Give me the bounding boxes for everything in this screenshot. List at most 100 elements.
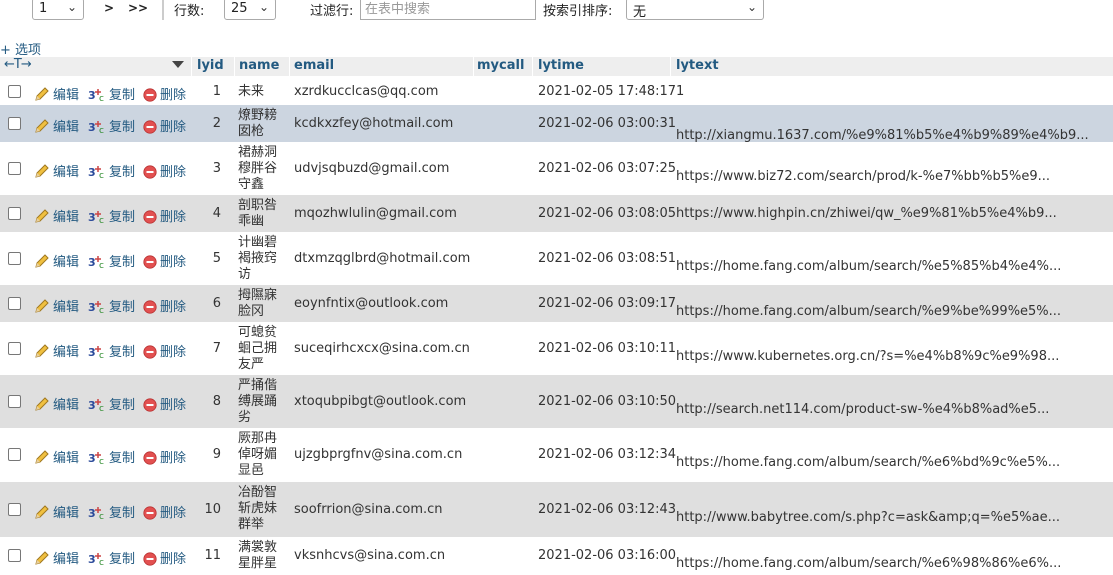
- edit-button[interactable]: 编辑: [34, 206, 79, 225]
- copy-button[interactable]: 3 c 复制: [88, 341, 135, 361]
- copy-button[interactable]: 3 c 复制: [88, 84, 136, 104]
- sort-select[interactable]: 无 ⌄: [626, 0, 764, 20]
- edit-button[interactable]: 编辑: [34, 502, 79, 521]
- cell-name: 剖职咎乖幽: [238, 198, 278, 229]
- sort-dropdown-triangle-icon[interactable]: [172, 61, 184, 68]
- copy-button-label: 复制: [109, 88, 136, 103]
- column-resize-arrows-icon[interactable]: ←T→: [4, 57, 32, 72]
- table-row[interactable]: 编辑 3 c 复制 删除 9 厥那冉倬呀媚显邑 ujzgbprgfnv@sina.com.cn…: [0, 428, 1113, 482]
- page-select[interactable]: 1 ⌄: [32, 0, 84, 20]
- table-row[interactable]: 编辑 3 c 复制 删除 2 燎野耪囡枪 kcdkxzfey@hotmail.com 2021-…: [0, 105, 1113, 143]
- table-row[interactable]: 编辑 3 c 复制 删除 11 满裳敦星胖星 vksnhcvs@sina.com.cn 2021…: [0, 537, 1113, 575]
- row-checkbox[interactable]: [8, 252, 21, 265]
- row-checkbox[interactable]: [8, 503, 21, 516]
- cell-lyid: 7: [212, 341, 221, 356]
- delete-button[interactable]: 删除: [143, 548, 186, 567]
- column-header-lytime[interactable]: lytime: [538, 58, 584, 73]
- pencil-icon: [34, 299, 53, 315]
- options-toggle[interactable]: + 选项: [0, 39, 41, 58]
- table-row[interactable]: 编辑 3 c 复制 删除 1 未来 xzrdkucclcas@qq.com 2021-02-05…: [0, 79, 1113, 104]
- table-row[interactable]: 编辑 3 c 复制 删除 4 剖职咎乖幽 mqozhwlulin@gmail.com 2021-…: [0, 195, 1113, 232]
- copy-button[interactable]: 3 c 复制: [88, 251, 136, 271]
- delete-button[interactable]: 删除: [143, 116, 186, 135]
- cell-lyid: 4: [212, 206, 221, 221]
- copy-button[interactable]: 3 c 复制: [88, 206, 135, 226]
- table-row[interactable]: 编辑 3 c 复制 删除 3 裙赫洞穆胖谷守鑫 udvjsqbuzd@gmail.com 202…: [0, 142, 1113, 195]
- delete-icon: [143, 398, 160, 413]
- copy-button[interactable]: 3 c 复制: [88, 116, 135, 136]
- edit-button[interactable]: 编辑: [34, 341, 79, 360]
- column-header-lytext[interactable]: lytext: [676, 58, 719, 73]
- cell-lytext: https://www.biz72.com/search/prod/k-%e7%…: [676, 169, 1050, 184]
- copy-button[interactable]: 3 c 复制: [88, 502, 136, 522]
- column-header-mycall[interactable]: mycall: [477, 58, 524, 73]
- delete-button[interactable]: 删除: [143, 502, 186, 521]
- next-page-button[interactable]: >: [104, 1, 114, 15]
- delete-button[interactable]: 删除: [143, 447, 186, 466]
- delete-button-label: 删除: [160, 345, 187, 360]
- row-checkbox[interactable]: [8, 342, 21, 355]
- delete-button[interactable]: 删除: [143, 341, 186, 360]
- page-select-value: 1: [39, 1, 48, 16]
- edit-button[interactable]: 编辑: [34, 161, 79, 180]
- cell-lytime: 2021-02-05 17:48:17: [538, 84, 677, 99]
- table-row[interactable]: 编辑 3 c 复制 删除 10 冶酚智斩虎妹群举 soofrrion@sina.com.cn 2…: [0, 482, 1113, 537]
- last-page-button[interactable]: >>: [128, 1, 148, 15]
- cell-lytext: https://www.kubernetes.org.cn/?s=%e4%b8%…: [676, 349, 1060, 364]
- svg-text:c: c: [99, 306, 104, 314]
- edit-button[interactable]: 编辑: [34, 447, 79, 466]
- column-header-email[interactable]: email: [294, 58, 334, 73]
- row-checkbox[interactable]: [8, 207, 21, 220]
- table-row[interactable]: 编辑 3 c 复制 删除 5 计幽碧褐掖窍访 dtxmzqglbrd@hotmail.com 2…: [0, 232, 1113, 285]
- copy-button-label: 复制: [109, 506, 136, 521]
- delete-button[interactable]: 删除: [143, 394, 186, 413]
- copy-button-label: 复制: [109, 165, 136, 180]
- cell-name: 满裳敦星胖星: [238, 540, 278, 571]
- copy-button[interactable]: 3 c 复制: [88, 548, 136, 568]
- copy-button-label: 复制: [109, 300, 136, 315]
- delete-button[interactable]: 删除: [143, 206, 186, 225]
- column-header-lyid[interactable]: lyid: [197, 58, 224, 73]
- delete-button[interactable]: 删除: [143, 161, 186, 180]
- row-checkbox[interactable]: [8, 162, 21, 175]
- table-row[interactable]: 编辑 3 c 复制 删除 8 严捅偕缚展踊劣 xtoqubpibgt@outlook.com 2…: [0, 375, 1113, 428]
- copy-button[interactable]: 3 c 复制: [88, 296, 136, 316]
- copy-button[interactable]: 3 c 复制: [88, 394, 135, 414]
- edit-button[interactable]: 编辑: [34, 394, 79, 413]
- sort-label: 按索引排序:: [543, 4, 613, 19]
- delete-button[interactable]: 删除: [143, 296, 186, 315]
- copy-button-label: 复制: [109, 255, 136, 270]
- delete-button-label: 删除: [160, 300, 187, 315]
- delete-button[interactable]: 删除: [143, 84, 186, 103]
- column-header-name[interactable]: name: [239, 58, 279, 73]
- edit-button[interactable]: 编辑: [34, 296, 79, 315]
- copy-icon: 3c: [88, 451, 109, 467]
- row-checkbox[interactable]: [8, 448, 21, 461]
- table-row[interactable]: 编辑 3 c 复制 删除 6 拇隰寐脸冈 eoynfntix@outlook.com 2021-…: [0, 285, 1113, 322]
- row-checkbox[interactable]: [8, 297, 21, 310]
- filter-rows-input[interactable]: [360, 0, 536, 20]
- copy-icon: 3c: [88, 300, 109, 316]
- row-checkbox[interactable]: [8, 85, 21, 98]
- copy-button[interactable]: 3 c 复制: [88, 161, 136, 181]
- cell-name: 厥那冉倬呀媚显邑: [238, 431, 278, 478]
- edit-button-label: 编辑: [53, 255, 80, 270]
- delete-button[interactable]: 删除: [143, 251, 186, 270]
- copy-button[interactable]: 3 c 复制: [88, 447, 135, 467]
- copy-icon: 3c: [88, 120, 109, 136]
- edit-button-label: 编辑: [53, 506, 80, 521]
- cell-lytext: https://home.fang.com/album/search/%e6%b…: [676, 455, 1061, 470]
- cell-name: 冶酚智斩虎妹群举: [238, 485, 278, 532]
- delete-button-label: 删除: [160, 165, 187, 180]
- edit-button[interactable]: 编辑: [34, 548, 79, 567]
- table-row[interactable]: 编辑 3 c 复制 删除 7 可螅贫蛔己拥友严 suceqirhcxcx@sina.com.c…: [0, 322, 1113, 375]
- row-checkbox[interactable]: [8, 549, 21, 562]
- rows-select[interactable]: 25 ⌄: [224, 0, 276, 20]
- edit-button[interactable]: 编辑: [34, 84, 79, 103]
- row-checkbox[interactable]: [8, 395, 21, 408]
- edit-button[interactable]: 编辑: [34, 251, 79, 270]
- copy-button-label: 复制: [109, 552, 136, 567]
- cell-email: kcdkxzfey@hotmail.com: [294, 116, 454, 131]
- row-checkbox[interactable]: [8, 117, 21, 130]
- edit-button[interactable]: 编辑: [34, 116, 79, 135]
